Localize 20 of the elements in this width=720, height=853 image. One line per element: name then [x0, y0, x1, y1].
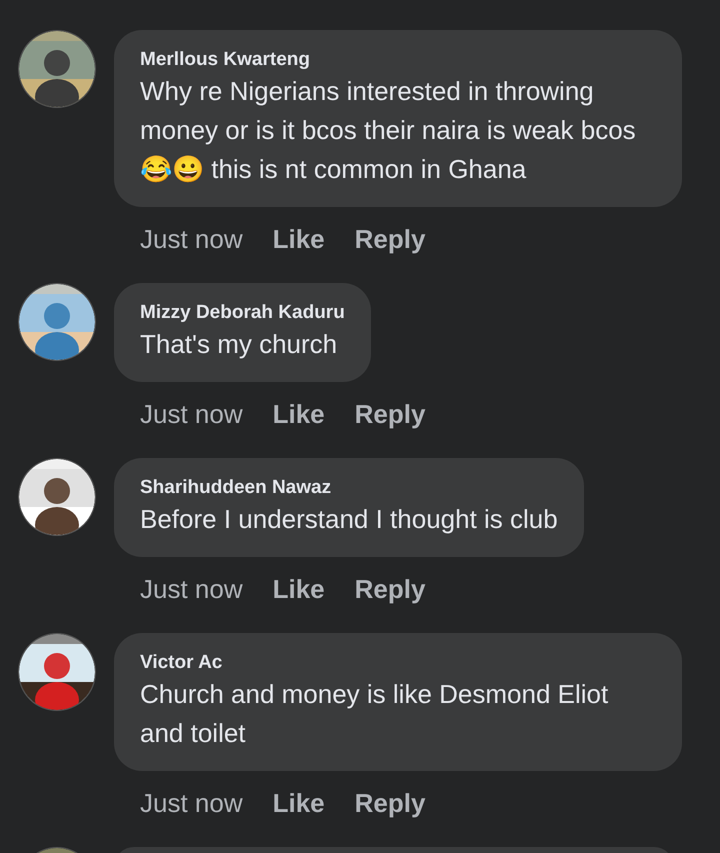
commenter-name[interactable]: Victor Ac: [140, 651, 656, 675]
comment-time: Just now: [140, 573, 243, 606]
commenter-name[interactable]: Sharihuddeen Nawaz: [140, 476, 558, 500]
reply-button[interactable]: Reply: [354, 569, 426, 609]
comment-time: Just now: [140, 398, 243, 431]
like-button[interactable]: Like: [272, 219, 325, 259]
reply-button[interactable]: Reply: [354, 783, 426, 823]
like-button[interactable]: Like: [272, 569, 325, 609]
comment-time: Just now: [140, 223, 243, 256]
reply-button[interactable]: Reply: [354, 219, 426, 259]
comment-text: Before I understand I thought is club: [140, 503, 558, 536]
comment-text: That's my church: [140, 328, 338, 361]
comment-text: Church and money is like Desmond Eliot and toilet: [140, 678, 610, 750]
comment-text: Why re Nigerians interested in throwing money or is it bcos their naira is weak bcos😂😀 this is nt common in Ghana: [140, 75, 637, 186]
commenter-name[interactable]: Mizzy Deborah Kaduru: [140, 301, 345, 325]
commenter-name[interactable]: Merllous Kwarteng: [140, 48, 656, 72]
reply-button[interactable]: Reply: [354, 394, 426, 434]
like-button[interactable]: Like: [272, 394, 325, 434]
comment-time: Just now: [140, 787, 243, 820]
like-button[interactable]: Like: [272, 783, 325, 823]
